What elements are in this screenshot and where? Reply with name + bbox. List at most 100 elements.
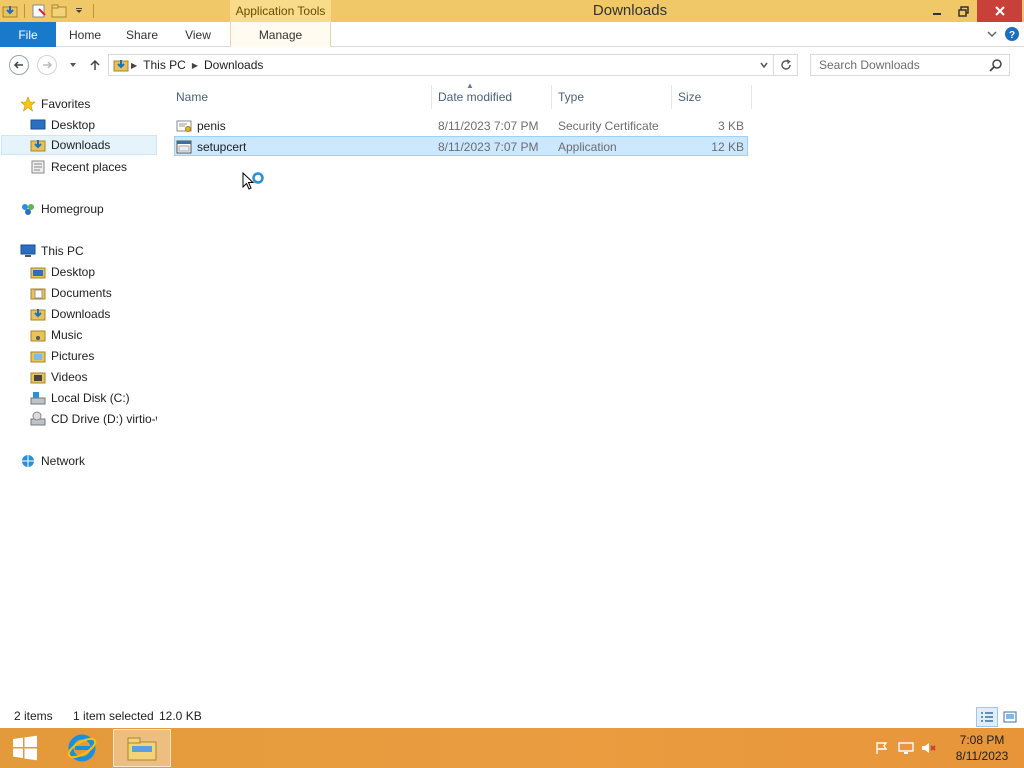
file-type: Security Certificate [558, 119, 659, 133]
quick-access-toolbar [2, 2, 96, 20]
file-type: Application [558, 140, 617, 154]
recent-locations-button[interactable] [63, 55, 83, 75]
sidebar-item-label: Music [51, 328, 83, 342]
network-icon [20, 453, 36, 469]
search-box[interactable] [810, 54, 1010, 76]
breadcrumb-downloads[interactable]: Downloads [200, 58, 267, 72]
breadcrumb-separator-icon[interactable]: ▶ [129, 61, 139, 70]
folder-icon [30, 285, 46, 301]
system-clock[interactable]: 7:08 PM 8/11/2023 [950, 732, 1014, 764]
internet-explorer-icon [67, 734, 97, 762]
sidebar-item-label: Favorites [41, 97, 91, 111]
close-button[interactable] [977, 0, 1022, 22]
sidebar-item-homegroup[interactable]: Homegroup [20, 199, 155, 219]
file-name-cell: penis [176, 116, 226, 136]
column-header-size[interactable]: Size [672, 85, 752, 109]
sidebar-item-label: Downloads [51, 138, 111, 152]
file-date: 8/11/2023 7:07 PM [438, 119, 539, 133]
details-view-button[interactable] [976, 707, 998, 727]
folder-icon [30, 264, 46, 280]
close-icon [994, 6, 1005, 16]
sidebar-item-network[interactable]: Network [20, 451, 155, 471]
details-view-icon [981, 712, 993, 722]
taskbar-internet-explorer[interactable] [53, 729, 111, 767]
tab-view[interactable]: View [172, 22, 224, 47]
sidebar-item-recent-places[interactable]: Recent places [30, 157, 155, 177]
tab-home[interactable]: Home [58, 22, 112, 47]
file-name-cell: setupcert [176, 137, 246, 157]
sidebar-item-this-pc[interactable]: This PC [20, 241, 155, 261]
folder-icon [30, 369, 46, 385]
customize-qat-icon[interactable] [71, 3, 87, 19]
sidebar-item-music[interactable]: Music [30, 325, 155, 345]
tab-manage[interactable]: Manage [230, 22, 331, 47]
sidebar-item-downloads[interactable]: Downloads [30, 304, 155, 324]
action-center-flag-icon[interactable] [874, 740, 890, 756]
tab-share[interactable]: Share [116, 22, 168, 47]
volume-muted-icon[interactable] [921, 740, 937, 756]
search-input[interactable] [819, 58, 979, 72]
desktop-icon [30, 117, 46, 133]
sidebar-item-desktop[interactable]: Desktop [30, 262, 155, 282]
sidebar-item-label: Desktop [51, 265, 96, 279]
downloads-folder-icon [30, 306, 46, 322]
sidebar-item-label: Documents [51, 286, 112, 300]
sidebar-item-documents[interactable]: Documents [30, 283, 155, 303]
navigation-pane: Favorites Desktop Downloads Recent place… [0, 84, 157, 704]
recent-places-icon [30, 159, 46, 175]
qat-separator [93, 4, 94, 18]
window-title: Downloads [592, 2, 668, 19]
column-header-date-modified[interactable]: Date modified [432, 85, 552, 109]
status-size: 12.0 KB [159, 709, 202, 723]
sidebar-item-label: Videos [51, 370, 88, 384]
taskbar-file-explorer[interactable] [113, 729, 171, 767]
new-folder-icon[interactable] [51, 3, 67, 19]
sidebar-item-pictures[interactable]: Pictures [30, 346, 155, 366]
downloads-folder-icon [109, 57, 129, 73]
start-button[interactable] [0, 728, 50, 768]
sidebar-item-favorites[interactable]: Favorites [20, 94, 150, 114]
sidebar-item-videos[interactable]: Videos [30, 367, 155, 387]
address-bar[interactable]: ▶ This PC ▶ Downloads [108, 54, 774, 76]
column-header-name[interactable]: Name [170, 85, 432, 109]
large-icons-view-icon [1003, 711, 1017, 723]
properties-icon[interactable] [31, 3, 47, 19]
context-tab-title: Application Tools [230, 0, 331, 22]
breadcrumb-this-pc[interactable]: This PC [139, 58, 190, 72]
ribbon-tabs: File Home Share View Manage ? [0, 22, 1024, 47]
sidebar-item-label: Network [41, 454, 86, 468]
back-arrow-icon [13, 61, 23, 69]
sidebar-item-desktop-favorite[interactable]: Desktop [30, 115, 155, 135]
restore-button[interactable] [950, 0, 976, 22]
forward-button[interactable] [37, 55, 57, 75]
help-icon[interactable]: ? [1004, 26, 1020, 45]
clock-date: 8/11/2023 [955, 749, 1009, 763]
ribbon-controls: ? [986, 26, 1020, 45]
network-tray-icon[interactable] [898, 740, 914, 756]
sidebar-item-local-disk[interactable]: Local Disk (C:) [30, 388, 155, 408]
file-row-selected[interactable]: setupcert 8/11/2023 7:07 PM Application … [174, 136, 748, 156]
file-row[interactable]: penis 8/11/2023 7:07 PM Security Certifi… [174, 116, 748, 136]
title-bar: Application Tools Downloads [0, 0, 1024, 22]
folder-icon [30, 348, 46, 364]
column-header-type[interactable]: Type [552, 85, 672, 109]
homegroup-icon [20, 201, 36, 217]
sidebar-item-cd-drive[interactable]: CD Drive (D:) virtio-w [30, 409, 157, 429]
downloads-folder-icon[interactable] [2, 3, 18, 19]
address-dropdown-button[interactable] [755, 55, 773, 75]
sidebar-item-label: CD Drive (D:) virtio-w [51, 412, 157, 426]
minimize-button[interactable] [924, 0, 950, 22]
refresh-button[interactable] [774, 54, 798, 76]
application-icon [176, 139, 192, 155]
expand-ribbon-icon[interactable] [986, 28, 998, 43]
windows-logo-icon [13, 735, 37, 761]
search-icon[interactable] [989, 58, 1003, 75]
up-button[interactable] [85, 55, 105, 75]
tab-file[interactable]: File [0, 22, 56, 47]
sidebar-item-downloads-favorite[interactable]: Downloads [1, 135, 157, 155]
large-icons-view-button[interactable] [999, 707, 1021, 727]
breadcrumb-separator-icon[interactable]: ▶ [190, 61, 200, 70]
file-date: 8/11/2023 7:07 PM [438, 140, 539, 154]
restore-icon [957, 5, 969, 17]
back-button[interactable] [9, 55, 29, 75]
